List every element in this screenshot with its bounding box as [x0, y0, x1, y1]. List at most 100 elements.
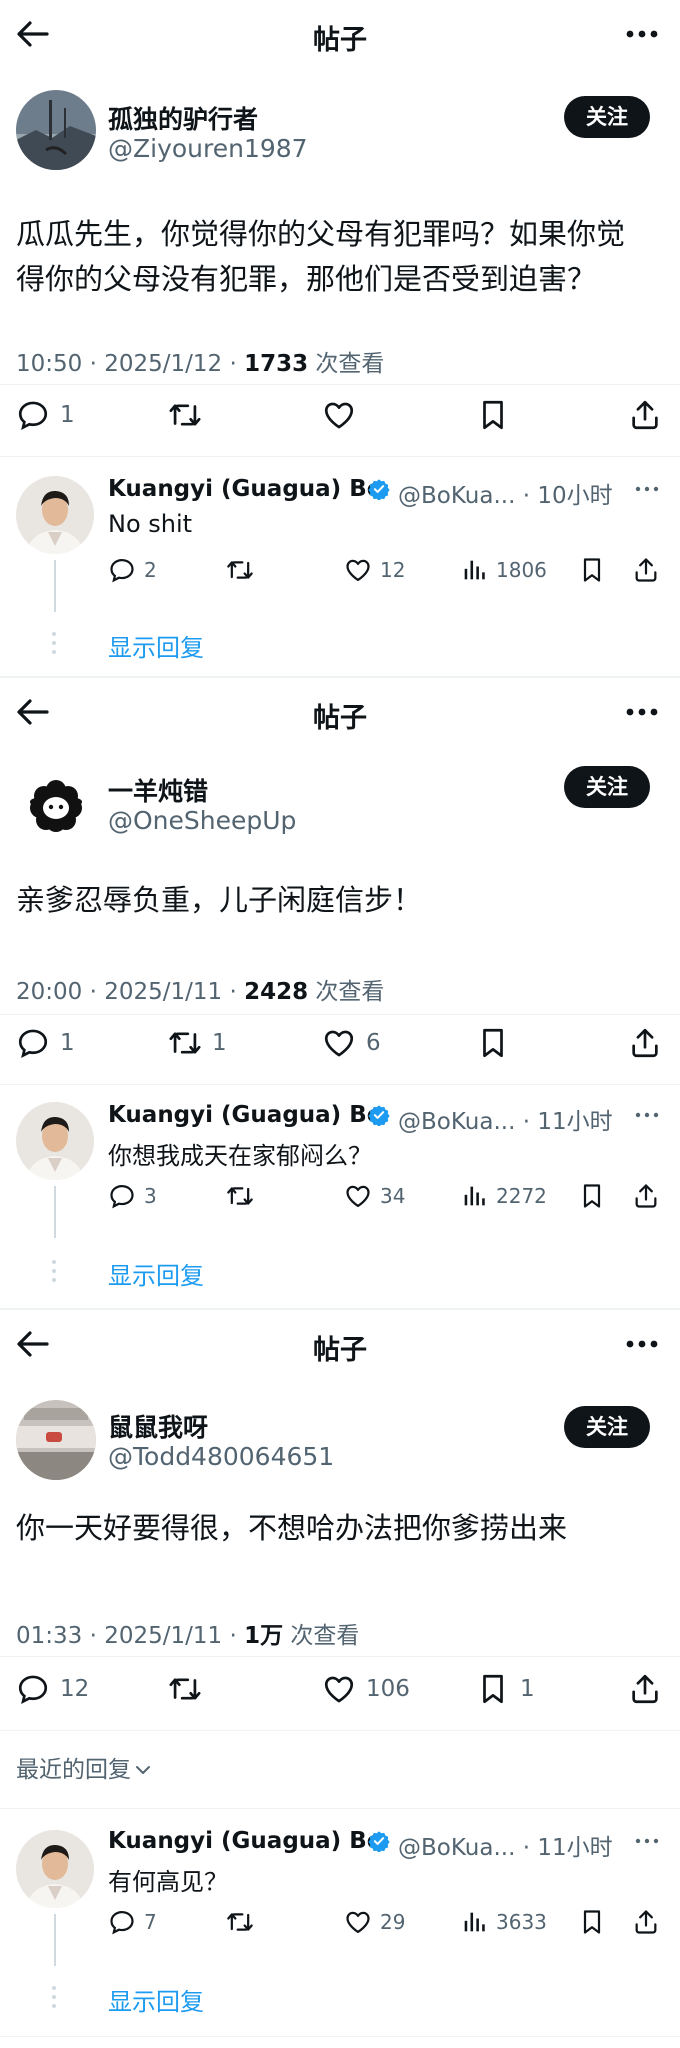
- recent-replies-label: 最近的回复: [16, 1757, 131, 1783]
- reply-bookmark-button[interactable]: [578, 556, 606, 584]
- like-button[interactable]: 6: [322, 1026, 381, 1060]
- reply-retweet-button[interactable]: [226, 1908, 262, 1936]
- view-count: 1733: [244, 351, 309, 377]
- reply-text: No shit: [108, 510, 193, 538]
- show-replies-link[interactable]: 显示回复: [108, 628, 204, 663]
- reply-avatar[interactable]: [16, 476, 94, 554]
- reply-retweet-button[interactable]: [226, 556, 262, 584]
- more-icon[interactable]: [634, 1836, 660, 1846]
- post-text-line: 你一天好要得很，不想哈办法把你爹捞出来: [16, 1511, 568, 1545]
- author-handle[interactable]: @Todd480064651: [108, 1442, 334, 1471]
- follow-button[interactable]: 关注: [564, 766, 650, 808]
- reply-share-button[interactable]: [632, 1908, 660, 1936]
- reply-button[interactable]: 1: [16, 1026, 75, 1060]
- reply-avatar[interactable]: [16, 1102, 94, 1180]
- reply-author-name[interactable]: Kuangyi (Guagua) Bo: [108, 1102, 383, 1128]
- bookmark-icon: [578, 1908, 606, 1936]
- reply-bookmark-button[interactable]: [578, 1182, 606, 1210]
- show-replies-link[interactable]: 显示回复: [108, 1982, 204, 2017]
- reply-count: 2: [144, 558, 157, 582]
- reply-reply-button[interactable]: 2: [108, 556, 157, 584]
- post-text: 你一天好要得很，不想哈办法把你爹捞出来: [16, 1506, 666, 1551]
- reply-retweet-button[interactable]: [226, 1182, 262, 1210]
- post-panel-1: 帖子 孤独的驴行者 @Ziyouren1987 关注 瓜瓜先生，你觉得你的父母有…: [0, 0, 680, 678]
- reply-views-button[interactable]: 3633: [460, 1908, 547, 1936]
- reply-author-name[interactable]: Kuangyi (Guagua) Bo: [108, 476, 383, 502]
- retweet-icon: [226, 1182, 254, 1210]
- reply-bookmark-button[interactable]: [578, 1908, 606, 1936]
- like-button[interactable]: 106: [322, 1672, 410, 1706]
- like-button[interactable]: [322, 398, 366, 432]
- retweet-button[interactable]: 1: [168, 1026, 227, 1060]
- post-meta: 20:00 · 2025/1/11 · 2428 次查看: [16, 972, 384, 1006]
- reply-views-button[interactable]: 2272: [460, 1182, 547, 1210]
- action-bar: 12 106 1: [0, 1672, 680, 1716]
- reply-count: 12: [60, 1676, 90, 1702]
- follow-button[interactable]: 关注: [564, 96, 650, 138]
- bookmark-button[interactable]: [476, 1026, 520, 1060]
- post-time: 20:00 · 2025/1/11 ·: [16, 979, 245, 1005]
- avatar[interactable]: [16, 1400, 96, 1480]
- post-text-line: 瓜瓜先生，你觉得你的父母有犯罪吗？如果你觉: [16, 217, 626, 251]
- post-text: 瓜瓜先生，你觉得你的父母有犯罪吗？如果你觉 得你的父母没有犯罪，那他们是否受到迫…: [16, 212, 666, 302]
- author-name[interactable]: 孤独的驴行者: [108, 100, 258, 136]
- view-count: 2428: [244, 979, 309, 1005]
- verified-icon: [368, 1830, 390, 1852]
- post-text: 亲爹忍辱负重，儿子闲庭信步！: [16, 878, 666, 923]
- like-icon: [344, 1908, 372, 1936]
- share-button[interactable]: [628, 398, 662, 432]
- author-handle[interactable]: @OneSheepUp: [108, 806, 296, 835]
- follow-button[interactable]: 关注: [564, 1406, 650, 1448]
- reply-author-handle[interactable]: @BoKua... · 11小时: [398, 1102, 613, 1136]
- divider: [0, 456, 680, 457]
- author-name[interactable]: 一羊炖错: [108, 772, 208, 808]
- share-icon: [632, 556, 660, 584]
- bookmark-icon: [578, 556, 606, 584]
- bookmark-icon: [578, 1182, 606, 1210]
- reply-icon: [16, 398, 50, 432]
- reply-avatar[interactable]: [16, 1830, 94, 1908]
- reply-author-handle[interactable]: @BoKua... · 10小时: [398, 476, 613, 510]
- share-button[interactable]: [628, 1672, 662, 1706]
- reply-share-button[interactable]: [632, 1182, 660, 1210]
- show-replies-link[interactable]: 显示回复: [108, 1256, 204, 1291]
- more-icon[interactable]: [634, 1110, 660, 1120]
- recent-replies-sort[interactable]: 最近的回复: [16, 1750, 153, 1784]
- retweet-button[interactable]: [168, 1672, 212, 1706]
- bookmark-icon: [476, 1026, 510, 1060]
- reply-reply-button[interactable]: 7: [108, 1908, 157, 1936]
- views-suffix: 次查看: [290, 1623, 360, 1649]
- retweet-button[interactable]: [168, 398, 212, 432]
- share-button[interactable]: [628, 1026, 662, 1060]
- reply-button[interactable]: 1: [16, 398, 75, 432]
- thread-line: [54, 1186, 56, 1238]
- reply-author-handle[interactable]: @BoKua... · 11小时: [398, 1828, 613, 1862]
- chevron-down-icon: [133, 1760, 153, 1780]
- reply-share-button[interactable]: [632, 556, 660, 584]
- author-handle[interactable]: @Ziyouren1987: [108, 134, 308, 163]
- share-icon: [628, 1672, 662, 1706]
- reply-author-name[interactable]: Kuangyi (Guagua) Bo: [108, 1828, 383, 1854]
- more-icon[interactable]: [634, 484, 660, 494]
- divider: [0, 1808, 680, 1809]
- reply-views-button[interactable]: 1806: [460, 556, 547, 584]
- retweet-icon: [168, 398, 202, 432]
- post-panel-2: 帖子 一羊炖错 @OneSheepUp 关注 亲爹忍辱负重，儿子闲庭信步！ 20…: [0, 678, 680, 1310]
- avatar[interactable]: [16, 90, 96, 170]
- reply-reply-button[interactable]: 3: [108, 1182, 157, 1210]
- views-suffix: 次查看: [315, 979, 385, 1005]
- like-icon: [322, 1026, 356, 1060]
- reply-button[interactable]: 12: [16, 1672, 89, 1706]
- author-name[interactable]: 鼠鼠我呀: [108, 1408, 208, 1444]
- views-icon: [460, 556, 488, 584]
- bookmark-button[interactable]: 1: [476, 1672, 535, 1706]
- reply-like-button[interactable]: 34: [344, 1182, 405, 1210]
- reply-like-button[interactable]: 12: [344, 556, 405, 584]
- reply-like-button[interactable]: 29: [344, 1908, 405, 1936]
- share-icon: [632, 1182, 660, 1210]
- more-icon[interactable]: [622, 20, 662, 48]
- more-icon[interactable]: [622, 698, 662, 726]
- bookmark-button[interactable]: [476, 398, 520, 432]
- avatar[interactable]: [16, 766, 96, 846]
- more-icon[interactable]: [622, 1330, 662, 1358]
